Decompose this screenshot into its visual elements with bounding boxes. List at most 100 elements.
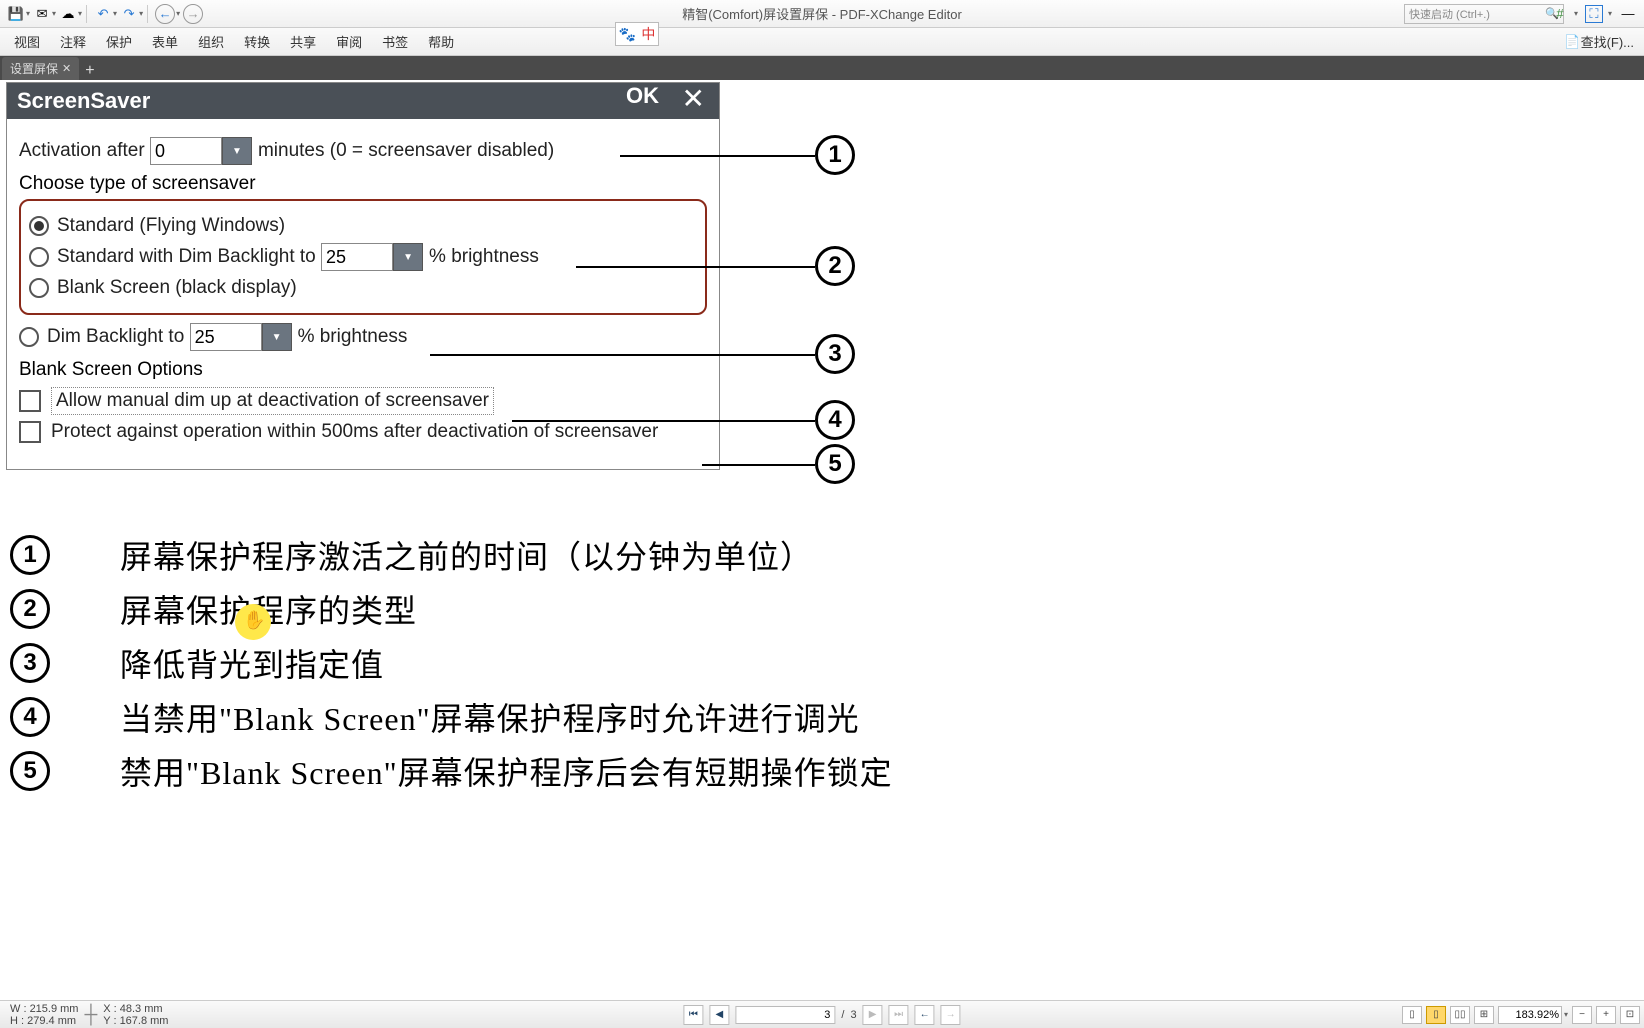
legend: 1 屏幕保护程序激活之前的时间（以分钟为单位） 2 屏幕保护程序的类型 3 降低… xyxy=(0,524,893,802)
legend-row-1: 1 屏幕保护程序激活之前的时间（以分钟为单位） xyxy=(0,532,893,578)
menu-view[interactable]: 视图 xyxy=(4,32,50,51)
opt-standard-label: Standard (Flying Windows) xyxy=(57,215,285,237)
menu-share[interactable]: 共享 xyxy=(280,32,326,51)
nav-fwd-icon[interactable]: → xyxy=(183,4,203,24)
tab-bar: 设置屏保 ✕ + xyxy=(0,56,1644,80)
opt-dim-label-post: % brightness xyxy=(429,246,539,268)
redo-icon[interactable]: ↷ xyxy=(120,5,138,23)
dim2-brightness-input[interactable] xyxy=(190,323,262,351)
callout-num-2: 2 xyxy=(815,246,855,286)
ime-logo-icon: 🐾 xyxy=(619,26,636,43)
zoom-dropdown-icon[interactable]: ▾ xyxy=(1564,1010,1568,1019)
last-page-button[interactable]: ⏭ xyxy=(889,1005,909,1025)
opt-blank-label: Blank Screen (black display) xyxy=(57,277,297,299)
radio-dim-only[interactable] xyxy=(19,327,39,347)
view-two-cont-icon[interactable]: ⊞ xyxy=(1474,1006,1494,1024)
callout-line-1 xyxy=(620,155,815,157)
callout-line-3 xyxy=(430,354,815,356)
legend-row-5: 5 禁用"Blank Screen"屏幕保护程序后会有短期操作锁定 xyxy=(0,748,893,794)
callout-line-5 xyxy=(702,464,815,466)
zoom-input[interactable] xyxy=(1498,1006,1562,1024)
page-sep: / xyxy=(841,1009,844,1021)
ime-badge[interactable]: 🐾 中 xyxy=(615,22,659,46)
view-continuous-icon[interactable]: ▯ xyxy=(1426,1006,1446,1024)
menu-organize[interactable]: 组织 xyxy=(188,32,234,51)
radio-standard[interactable] xyxy=(29,216,49,236)
blank-options-label: Blank Screen Options xyxy=(19,359,707,381)
find-button[interactable]: 📄 查找(F)... xyxy=(1558,32,1640,51)
callout-line-4 xyxy=(512,420,815,422)
legend-text-3: 降低背光到指定值 xyxy=(120,640,384,686)
status-size: W : 215.9 mm H : 279.4 mm xyxy=(4,1003,84,1027)
dialog-title-text: ScreenSaver xyxy=(17,88,150,114)
save-icon[interactable]: 💾 xyxy=(7,5,25,23)
first-page-button[interactable]: ⏮ xyxy=(683,1005,703,1025)
tab-close-icon[interactable]: ✕ xyxy=(62,62,71,75)
menu-form[interactable]: 表单 xyxy=(142,32,188,51)
dialog-titlebar: ScreenSaver OK ✕ xyxy=(7,83,719,119)
legend-text-1: 屏幕保护程序激活之前的时间（以分钟为单位） xyxy=(120,532,813,578)
quick-launch-input[interactable]: 快速启动 (Ctrl+.) 🔍 xyxy=(1404,4,1564,24)
zoom-out-button[interactable]: − xyxy=(1572,1006,1592,1024)
page-input[interactable] xyxy=(735,1006,835,1024)
nav-fwd-button[interactable]: → xyxy=(941,1005,961,1025)
menu-help[interactable]: 帮助 xyxy=(418,32,464,51)
legend-num-5: 5 xyxy=(10,751,50,791)
chk-manual-label: Allow manual dim up at deactivation of s… xyxy=(51,387,494,415)
tab-title: 设置屏保 xyxy=(10,60,58,77)
activation-dropdown-icon[interactable]: ▼ xyxy=(222,137,252,165)
activation-label-pre: Activation after xyxy=(19,140,145,162)
view-controls: ▯ ▯ ▯▯ ⊞ ▾ − + ⊡ xyxy=(1402,1006,1640,1024)
page-total: 3 xyxy=(850,1009,856,1021)
dim-brightness-input[interactable] xyxy=(321,243,393,271)
checkbox-manual-dim[interactable] xyxy=(19,390,41,412)
fit-button[interactable]: ⊡ xyxy=(1620,1006,1640,1024)
callout-num-5: 5 xyxy=(815,444,855,484)
nav-back-icon[interactable]: ← xyxy=(155,4,175,24)
crosshair-icon: ┼ xyxy=(84,1004,97,1025)
menu-convert[interactable]: 转换 xyxy=(234,32,280,51)
find-icon: 📄 xyxy=(1564,34,1580,50)
ok-button[interactable]: OK xyxy=(626,83,659,109)
callout-num-3: 3 xyxy=(815,334,855,374)
mail-icon[interactable]: ✉ xyxy=(33,5,51,23)
page-nav: ⏮ ◀ / 3 ▶ ⏭ ← → xyxy=(683,1005,960,1025)
prev-page-button[interactable]: ◀ xyxy=(709,1005,729,1025)
cursor-icon: ✋ xyxy=(243,610,265,631)
view-two-icon[interactable]: ▯▯ xyxy=(1450,1006,1470,1024)
checkbox-protect[interactable] xyxy=(19,421,41,443)
minimize-icon[interactable]: — xyxy=(1619,5,1637,23)
tab-active[interactable]: 设置屏保 ✕ xyxy=(2,57,79,80)
dim-dropdown-icon[interactable]: ▼ xyxy=(393,243,423,271)
radio-standard-dim[interactable] xyxy=(29,247,49,267)
callout-line-2 xyxy=(576,266,815,268)
menu-protect[interactable]: 保护 xyxy=(96,32,142,51)
tab-add-button[interactable]: + xyxy=(79,62,100,80)
radio-blank[interactable] xyxy=(29,278,49,298)
nav-back-button[interactable]: ← xyxy=(915,1005,935,1025)
ime-lang-label: 中 xyxy=(641,24,655,44)
document-area[interactable]: ScreenSaver OK ✕ Activation after ▼ minu… xyxy=(0,80,1644,1000)
view-single-icon[interactable]: ▯ xyxy=(1402,1006,1422,1024)
legend-row-3: 3 降低背光到指定值 xyxy=(0,640,893,686)
close-icon[interactable]: ✕ xyxy=(682,83,705,115)
menu-bookmark[interactable]: 书签 xyxy=(372,32,418,51)
choose-label: Choose type of screensaver xyxy=(19,173,707,195)
activation-input[interactable] xyxy=(150,137,222,165)
dim2-label-pre: Dim Backlight to xyxy=(47,326,184,348)
undo-icon[interactable]: ↶ xyxy=(94,5,112,23)
next-page-button[interactable]: ▶ xyxy=(863,1005,883,1025)
top-toolbar: 💾▾ ✉▾ ☁▾ ↶▾ ↷▾ ←▾ → 精智(Comfort)屏设置屏保 - P… xyxy=(0,0,1644,28)
expand-icon[interactable]: ⛶ xyxy=(1585,5,1603,23)
menu-comment[interactable]: 注释 xyxy=(50,32,96,51)
legend-num-1: 1 xyxy=(10,535,50,575)
chk-protect-label: Protect against operation within 500ms a… xyxy=(51,421,658,443)
legend-num-3: 3 xyxy=(10,643,50,683)
dim2-dropdown-icon[interactable]: ▼ xyxy=(262,323,292,351)
menu-review[interactable]: 审阅 xyxy=(326,32,372,51)
lang-icon[interactable]: # xyxy=(1551,5,1569,23)
legend-text-4: 当禁用"Blank Screen"屏幕保护程序时允许进行调光 xyxy=(120,694,860,740)
cloud-icon[interactable]: ☁ xyxy=(59,5,77,23)
legend-row-4: 4 当禁用"Blank Screen"屏幕保护程序时允许进行调光 xyxy=(0,694,893,740)
zoom-in-button[interactable]: + xyxy=(1596,1006,1616,1024)
